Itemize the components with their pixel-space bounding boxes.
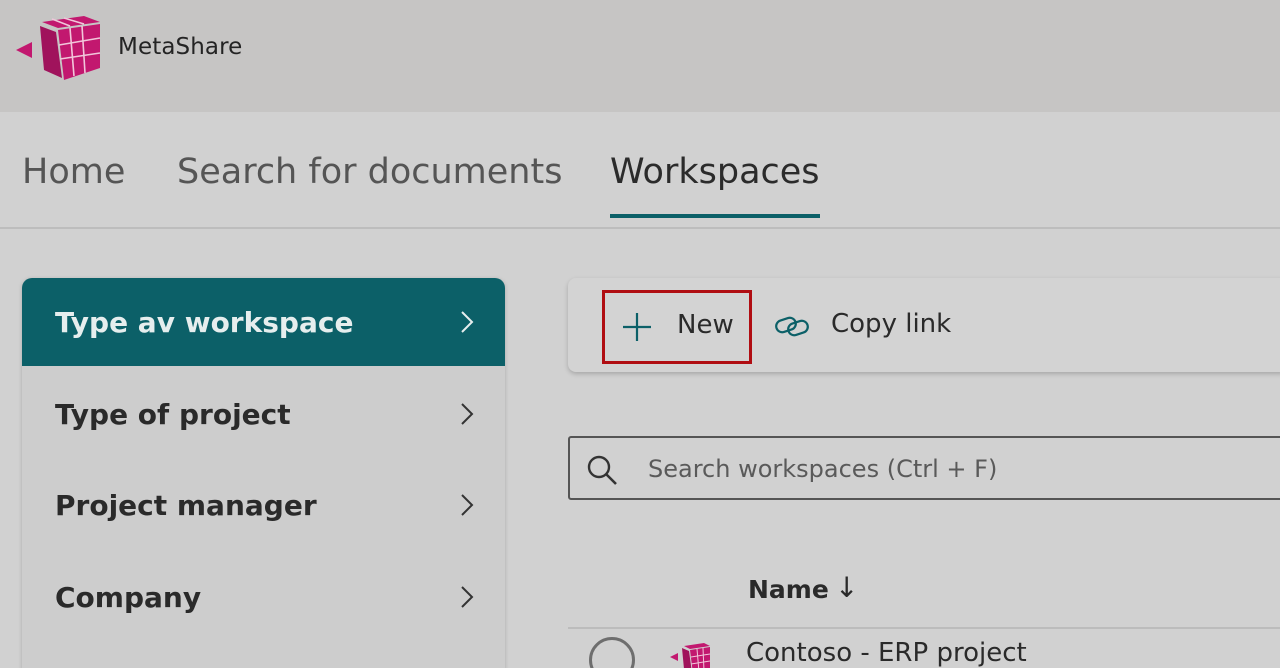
filter-sidebar: Type av workspace Type of project Projec… bbox=[22, 278, 505, 668]
chevron-right-icon bbox=[461, 586, 474, 608]
sidebar-item-label: Type of project bbox=[55, 397, 291, 431]
tab-workspaces[interactable]: Workspaces bbox=[610, 152, 820, 192]
header-divider bbox=[568, 627, 1280, 629]
sort-descending-icon[interactable]: ↓ bbox=[835, 571, 858, 604]
row-select-radio[interactable] bbox=[589, 637, 635, 668]
new-button-label: New bbox=[677, 310, 734, 340]
search-box bbox=[568, 436, 1280, 500]
sidebar-item-project-manager[interactable]: Project manager bbox=[22, 461, 505, 549]
chevron-right-icon bbox=[461, 494, 474, 516]
search-workspaces-input[interactable] bbox=[648, 452, 1268, 486]
column-header-name[interactable]: Name bbox=[748, 575, 829, 604]
link-icon[interactable] bbox=[774, 312, 810, 340]
workspace-name-link[interactable]: Contoso - ERP project bbox=[746, 638, 1027, 668]
plus-icon bbox=[623, 313, 651, 341]
sidebar-item-company[interactable]: Company bbox=[22, 553, 505, 641]
tab-home[interactable]: Home bbox=[22, 152, 125, 192]
new-button[interactable]: New bbox=[602, 290, 752, 364]
sidebar-item-type-of-project[interactable]: Type of project bbox=[22, 370, 505, 458]
active-tab-indicator bbox=[610, 214, 820, 218]
chevron-right-icon bbox=[461, 403, 474, 425]
copy-link-button[interactable]: Copy link bbox=[831, 309, 951, 339]
sidebar-item-type-av-workspace[interactable]: Type av workspace bbox=[22, 278, 505, 366]
chevron-right-icon bbox=[461, 311, 474, 333]
main-nav: Home Search for documents Workspaces bbox=[0, 112, 1280, 229]
search-icon bbox=[587, 455, 617, 485]
sidebar-item-label: Company bbox=[55, 580, 202, 614]
workspace-logo-icon bbox=[670, 643, 711, 668]
tab-search-for-documents[interactable]: Search for documents bbox=[177, 152, 562, 192]
sidebar-item-label: Project manager bbox=[55, 488, 317, 522]
app-header: MetaShare bbox=[0, 0, 1280, 112]
app-name: MetaShare bbox=[118, 34, 243, 60]
metashare-logo-icon[interactable] bbox=[12, 12, 104, 82]
sidebar-item-label: Type av workspace bbox=[55, 305, 354, 339]
